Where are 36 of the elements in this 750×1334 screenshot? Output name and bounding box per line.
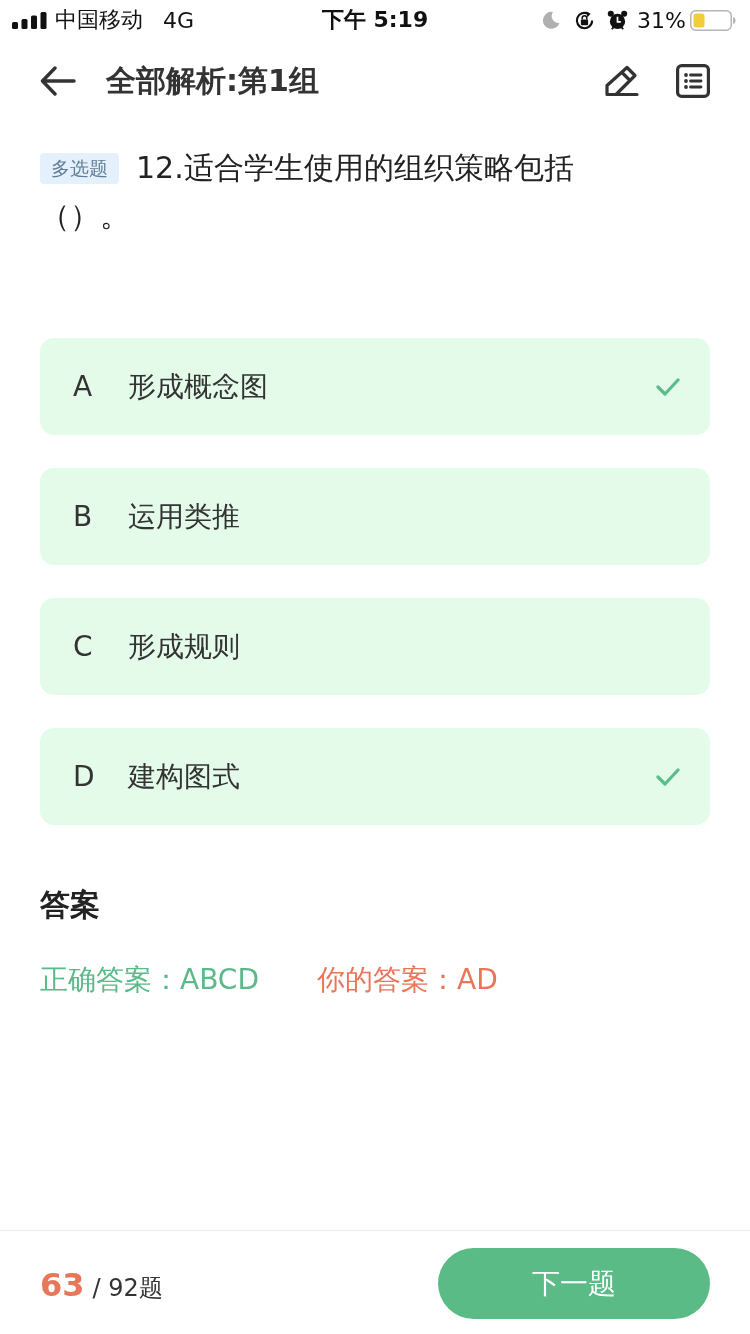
question-text: 12.适合学生使用的组织策略包括 bbox=[136, 149, 574, 187]
carrier-name: 中国移动 bbox=[55, 6, 143, 34]
option-letter: C bbox=[73, 630, 94, 663]
back-arrow-icon bbox=[40, 66, 76, 96]
your-answer: 你的答案：AD bbox=[317, 962, 498, 998]
current-question-number: 63 bbox=[40, 1265, 85, 1304]
question-type-tag: 多选题 bbox=[40, 152, 119, 184]
battery-percent: 31% bbox=[637, 7, 686, 33]
total-questions: / 92题 bbox=[92, 1272, 163, 1304]
status-time: 下午 5:19 bbox=[321, 6, 429, 34]
answer-option[interactable]: D 建构图式 bbox=[40, 728, 710, 825]
question-text: （）。 bbox=[40, 197, 130, 235]
option-text: 运用类推 bbox=[128, 498, 240, 535]
option-text: 形成规则 bbox=[128, 628, 240, 665]
answer-option[interactable]: B 运用类推 bbox=[40, 468, 710, 565]
network-type: 4G bbox=[163, 7, 195, 33]
correct-answer: 正确答案：ABCD bbox=[40, 962, 259, 998]
question-list-button[interactable] bbox=[676, 64, 710, 98]
page-title: 全部解析:第1组 bbox=[106, 61, 320, 100]
option-text: 形成概念图 bbox=[128, 368, 268, 405]
option-letter: A bbox=[73, 370, 94, 403]
alarm-clock-icon bbox=[607, 9, 629, 31]
edit-button[interactable] bbox=[603, 64, 639, 98]
answer-heading: 答案 bbox=[40, 887, 100, 923]
option-text: 建构图式 bbox=[128, 758, 240, 795]
list-icon bbox=[676, 64, 710, 98]
signal-icon bbox=[12, 11, 47, 29]
answer-option[interactable]: C 形成规则 bbox=[40, 598, 710, 695]
battery-icon bbox=[690, 9, 736, 31]
back-button[interactable] bbox=[40, 66, 76, 96]
rotation-lock-icon bbox=[574, 9, 596, 31]
option-letter: D bbox=[73, 760, 96, 793]
moon-icon bbox=[542, 11, 561, 29]
option-letter: B bbox=[73, 500, 94, 533]
pencil-icon bbox=[603, 64, 639, 98]
answer-option[interactable]: A 形成概念图 bbox=[40, 338, 710, 435]
